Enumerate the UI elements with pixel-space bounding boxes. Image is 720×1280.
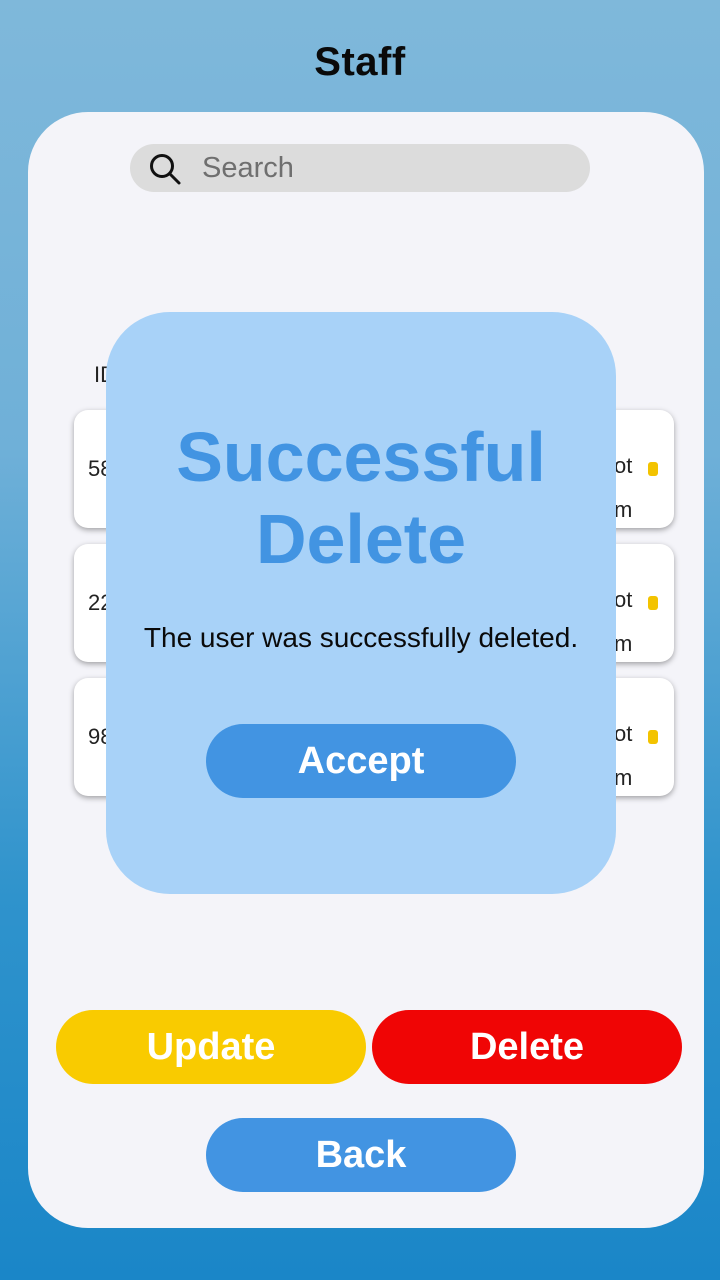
search-icon (150, 154, 181, 185)
accept-button[interactable]: Accept (206, 724, 516, 798)
row-right-line2: m (614, 765, 633, 790)
dialog-title-line1: Successful (176, 418, 546, 496)
dialog-title-line2: Delete (255, 500, 467, 578)
success-dialog: Successful Delete The user was successfu… (106, 312, 616, 894)
row-right-line1: ot (614, 721, 633, 746)
row-right-text: ot m (614, 578, 632, 666)
status-dot (648, 730, 658, 744)
search-bar[interactable] (130, 144, 590, 192)
search-input[interactable] (202, 150, 572, 186)
row-right-line2: m (614, 631, 633, 656)
row-right-line2: m (614, 497, 633, 522)
page-title: Staff (314, 40, 406, 84)
row-right-line1: ot (614, 587, 633, 612)
row-right-text: ot m (614, 712, 632, 800)
row-right-text: ot m (614, 444, 632, 532)
delete-button[interactable]: Delete (372, 1010, 682, 1084)
status-dot (648, 462, 658, 476)
back-button[interactable]: Back (206, 1118, 516, 1192)
dialog-message: The user was successfully deleted. (143, 622, 579, 653)
update-button[interactable]: Update (56, 1010, 366, 1084)
status-dot (648, 596, 658, 610)
row-right-line1: ot (614, 453, 633, 478)
dialog-title: Successful Delete (106, 416, 616, 580)
